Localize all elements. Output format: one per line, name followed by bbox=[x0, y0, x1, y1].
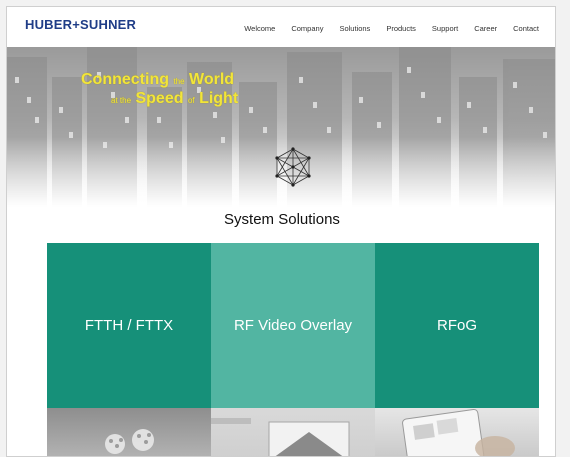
tile-rfog[interactable]: RFoG bbox=[375, 243, 539, 408]
nav-welcome[interactable]: Welcome bbox=[236, 24, 283, 33]
tagline-word: Speed bbox=[135, 90, 184, 107]
main-nav: Welcome Company Solutions Products Suppo… bbox=[236, 24, 547, 33]
tile-ftth-fttx[interactable]: FTTH / FTTX bbox=[47, 243, 211, 408]
brand-logo[interactable]: HUBER+SUHNER bbox=[25, 17, 136, 32]
tagline-word: World bbox=[189, 71, 235, 88]
network-icon bbox=[275, 147, 311, 187]
site-header: HUBER+SUHNER Welcome Company Solutions P… bbox=[7, 7, 555, 47]
tagline-word: of bbox=[187, 96, 195, 105]
page-frame: HUBER+SUHNER Welcome Company Solutions P… bbox=[6, 6, 556, 457]
nav-contact[interactable]: Contact bbox=[505, 24, 547, 33]
thumbnail-fiber-connectors-image[interactable] bbox=[47, 408, 211, 456]
tagline-word: Light bbox=[199, 90, 239, 107]
tagline-word: the bbox=[173, 77, 185, 86]
nav-solutions[interactable]: Solutions bbox=[331, 24, 378, 33]
section-title: System Solutions bbox=[224, 211, 340, 228]
hero-tagline-line2: at the Speed of Light bbox=[111, 90, 238, 108]
solution-tiles: FTTH / FTTX RF Video Overlay RFoG bbox=[47, 243, 539, 408]
tile-rf-video-overlay[interactable]: RF Video Overlay bbox=[211, 243, 375, 408]
thumbnail-tablet-image[interactable] bbox=[375, 408, 539, 456]
hero-tagline-line1: Connecting the World bbox=[81, 71, 234, 89]
tagline-word: Connecting bbox=[81, 71, 169, 88]
nav-career[interactable]: Career bbox=[466, 24, 505, 33]
nav-support[interactable]: Support bbox=[424, 24, 466, 33]
nav-products[interactable]: Products bbox=[378, 24, 424, 33]
nav-company[interactable]: Company bbox=[283, 24, 331, 33]
tagline-word: at the bbox=[111, 96, 132, 105]
solution-thumbnails bbox=[47, 408, 539, 456]
thumbnail-living-room-tv-image[interactable] bbox=[211, 408, 375, 456]
